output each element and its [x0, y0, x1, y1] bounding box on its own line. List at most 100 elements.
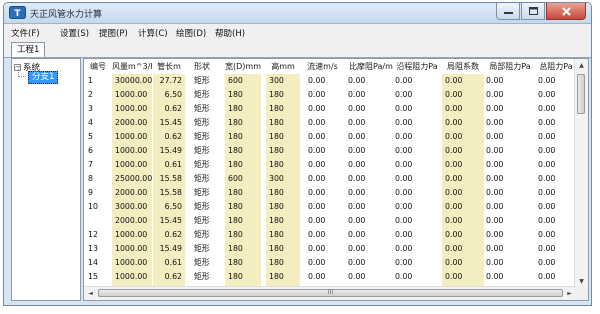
- cell-specific-friction[interactable]: 0.00: [348, 186, 388, 200]
- cell-velocity[interactable]: 0.00: [308, 130, 338, 144]
- cell-airflow[interactable]: 25000.00: [112, 172, 152, 186]
- cell-width[interactable]: 180: [225, 228, 261, 242]
- horizontal-scroll-thumb[interactable]: III: [98, 289, 563, 297]
- header-length[interactable]: 管长m: [153, 60, 185, 74]
- cell-local-loss[interactable]: 0.00: [486, 88, 534, 102]
- cell-friction-loss[interactable]: 0.00: [395, 116, 439, 130]
- cell-local-loss[interactable]: 0.00: [486, 130, 534, 144]
- cell-length[interactable]: 15.58: [153, 172, 185, 186]
- cell-local-coefficient[interactable]: 0.00: [442, 186, 484, 200]
- cell-width[interactable]: 180: [225, 242, 261, 256]
- cell-length[interactable]: 15.49: [153, 144, 185, 158]
- menu-settings[interactable]: 设置(S): [60, 27, 89, 39]
- cell-airflow[interactable]: 1000.00: [112, 158, 152, 172]
- cell-local-coefficient[interactable]: 0.00: [442, 88, 484, 102]
- cell-total-loss[interactable]: 0.00: [538, 270, 576, 284]
- cell-width[interactable]: 180: [225, 186, 261, 200]
- menu-file[interactable]: 文件(F): [11, 27, 40, 39]
- cell-length[interactable]: 27.72: [153, 74, 185, 88]
- cell-friction-loss[interactable]: 0.00: [395, 242, 439, 256]
- cell-local-coefficient[interactable]: 0.00: [442, 256, 484, 270]
- cell-velocity[interactable]: 0.00: [308, 172, 338, 186]
- cell-length[interactable]: 15.49: [153, 242, 185, 256]
- cell-velocity[interactable]: 0.00: [308, 228, 338, 242]
- cell-local-coefficient[interactable]: 0.00: [442, 200, 484, 214]
- cell-shape[interactable]: 矩形: [194, 214, 218, 228]
- cell-height[interactable]: 180: [266, 130, 300, 144]
- header-local-coefficient[interactable]: 局阻系数: [442, 60, 484, 74]
- vertical-scrollbar[interactable]: ▲ ▼: [574, 59, 588, 288]
- cell-total-loss[interactable]: 0.00: [538, 228, 576, 242]
- cell-length[interactable]: 0.61: [153, 158, 185, 172]
- cell-total-loss[interactable]: 0.00: [538, 102, 576, 116]
- cell-local-loss[interactable]: 0.00: [486, 102, 534, 116]
- cell-friction-loss[interactable]: 0.00: [395, 214, 439, 228]
- cell-total-loss[interactable]: 0.00: [538, 116, 576, 130]
- header-airflow[interactable]: 风量m^3/h: [112, 60, 152, 74]
- table-row[interactable]: 14 1000.00 0.61 矩形 180 180 0.00 0.00 0.00 0.00 0.0…: [84, 256, 576, 270]
- cell-width[interactable]: 180: [225, 144, 261, 158]
- cell-number[interactable]: 10: [88, 200, 110, 214]
- cell-height[interactable]: 180: [266, 186, 300, 200]
- table-row[interactable]: 8 25000.00 15.58 矩形 600 300 0.00 0.00 0.00 0.00 0.…: [84, 172, 576, 186]
- cell-airflow[interactable]: 2000.00: [112, 186, 152, 200]
- cell-shape[interactable]: 矩形: [194, 172, 218, 186]
- cell-specific-friction[interactable]: 0.00: [348, 88, 388, 102]
- cell-friction-loss[interactable]: 0.00: [395, 270, 439, 284]
- cell-friction-loss[interactable]: 0.00: [395, 158, 439, 172]
- cell-shape[interactable]: 矩形: [194, 186, 218, 200]
- cell-specific-friction[interactable]: 0.00: [348, 130, 388, 144]
- table-row[interactable]: 1 30000.00 27.72 矩形 600 300 0.00 0.00 0.00 0.00 0.…: [84, 74, 576, 88]
- cell-local-loss[interactable]: 0.00: [486, 116, 534, 130]
- cell-friction-loss[interactable]: 0.00: [395, 144, 439, 158]
- cell-velocity[interactable]: 0.00: [308, 256, 338, 270]
- cell-velocity[interactable]: 0.00: [308, 88, 338, 102]
- table-row[interactable]: 13 1000.00 15.49 矩形 180 180 0.00 0.00 0.00 0.00 0.…: [84, 242, 576, 256]
- cell-velocity[interactable]: 0.00: [308, 102, 338, 116]
- cell-local-coefficient[interactable]: 0.00: [442, 228, 484, 242]
- cell-length[interactable]: 0.61: [153, 256, 185, 270]
- cell-velocity[interactable]: 0.00: [308, 242, 338, 256]
- maximize-button[interactable]: [521, 3, 545, 20]
- table-row[interactable]: 6 1000.00 15.49 矩形 180 180 0.00 0.00 0.00 0.00 0.0…: [84, 144, 576, 158]
- cell-local-loss[interactable]: 0.00: [486, 172, 534, 186]
- cell-width[interactable]: 180: [225, 88, 261, 102]
- cell-shape[interactable]: 矩形: [194, 116, 218, 130]
- cell-number[interactable]: 12: [88, 228, 110, 242]
- cell-height[interactable]: 180: [266, 228, 300, 242]
- cell-height[interactable]: 180: [266, 158, 300, 172]
- cell-number[interactable]: 1: [88, 74, 110, 88]
- cell-width[interactable]: 180: [225, 102, 261, 116]
- cell-width[interactable]: 180: [225, 214, 261, 228]
- cell-velocity[interactable]: 0.00: [308, 270, 338, 284]
- cell-shape[interactable]: 矩形: [194, 200, 218, 214]
- table-row[interactable]: 4 2000.00 15.45 矩形 180 180 0.00 0.00 0.00 0.00 0.0…: [84, 116, 576, 130]
- menu-extract[interactable]: 提图(P): [99, 27, 128, 39]
- cell-height[interactable]: 180: [266, 256, 300, 270]
- table-row[interactable]: 15 1000.00 0.62 矩形 180 180 0.00 0.00 0.00 0.00 0.0…: [84, 270, 576, 284]
- cell-length[interactable]: 15.45: [153, 214, 185, 228]
- cell-length[interactable]: 15.45: [153, 116, 185, 130]
- cell-number[interactable]: 8: [88, 172, 110, 186]
- cell-airflow[interactable]: 2000.00: [112, 214, 152, 228]
- header-width[interactable]: 宽(D)mm: [225, 60, 261, 74]
- cell-total-loss[interactable]: 0.00: [538, 172, 576, 186]
- cell-shape[interactable]: 矩形: [194, 130, 218, 144]
- cell-length[interactable]: 0.62: [153, 102, 185, 116]
- scroll-left-icon[interactable]: ◄: [84, 287, 97, 300]
- cell-shape[interactable]: 矩形: [194, 256, 218, 270]
- cell-height[interactable]: 300: [266, 172, 300, 186]
- cell-height[interactable]: 180: [266, 102, 300, 116]
- cell-local-coefficient[interactable]: 0.00: [442, 214, 484, 228]
- cell-velocity[interactable]: 0.00: [308, 214, 338, 228]
- cell-width[interactable]: 180: [225, 270, 261, 284]
- cell-total-loss[interactable]: 0.00: [538, 158, 576, 172]
- table-row[interactable]: 9 2000.00 15.58 矩形 180 180 0.00 0.00 0.00 0.00 0.0…: [84, 186, 576, 200]
- header-number[interactable]: 编号: [86, 60, 110, 74]
- cell-number[interactable]: 3: [88, 102, 110, 116]
- cell-local-coefficient[interactable]: 0.00: [442, 242, 484, 256]
- cell-height[interactable]: 300: [266, 74, 300, 88]
- cell-airflow[interactable]: 1000.00: [112, 102, 152, 116]
- cell-local-coefficient[interactable]: 0.00: [442, 102, 484, 116]
- cell-specific-friction[interactable]: 0.00: [348, 270, 388, 284]
